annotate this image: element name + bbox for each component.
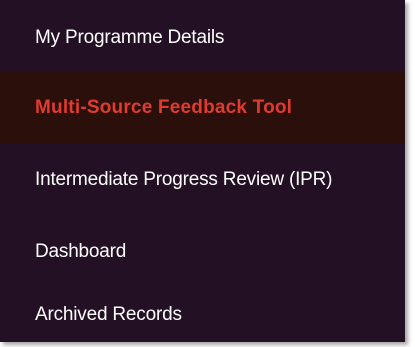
menu-item-label: Intermediate Progress Review (IPR) xyxy=(35,169,333,190)
menu-item-label: Multi-Source Feedback Tool xyxy=(35,97,293,118)
menu-item-dashboard[interactable]: Dashboard xyxy=(0,216,405,288)
menu-item-label: My Programme Details xyxy=(35,27,225,48)
navigation-menu: My Programme Details Multi-Source Feedba… xyxy=(0,0,405,342)
menu-item-multi-source-feedback-tool[interactable]: Multi-Source Feedback Tool xyxy=(0,72,405,144)
menu-item-archived-records[interactable]: Archived Records xyxy=(0,288,405,342)
menu-item-label: Dashboard xyxy=(35,241,127,262)
menu-item-my-programme-details[interactable]: My Programme Details xyxy=(0,4,405,72)
menu-item-label: Archived Records xyxy=(35,304,182,325)
menu-item-intermediate-progress-review[interactable]: Intermediate Progress Review (IPR) xyxy=(0,144,405,216)
